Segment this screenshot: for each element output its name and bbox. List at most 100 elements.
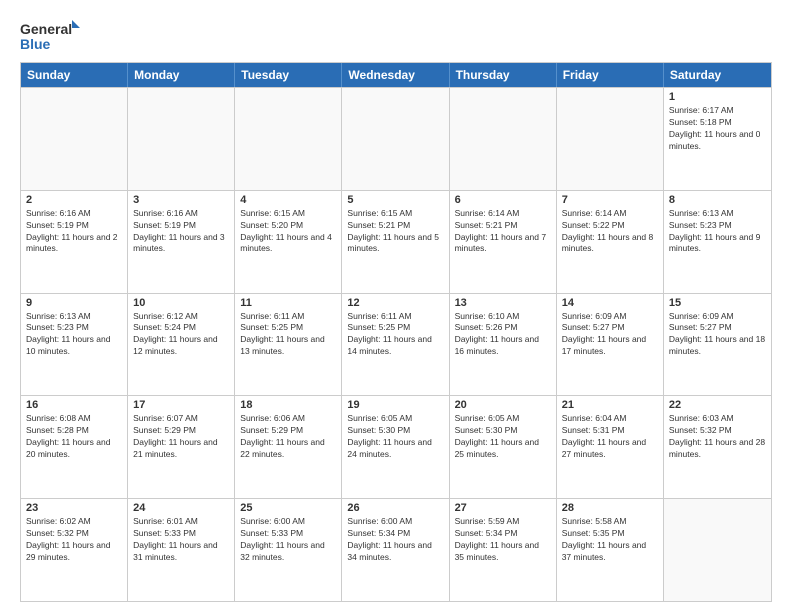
cell-sun-info: Sunrise: 6:10 AM Sunset: 5:26 PM Dayligh… <box>455 311 551 359</box>
day-number: 4 <box>240 194 336 206</box>
cell-sun-info: Sunrise: 6:00 AM Sunset: 5:34 PM Dayligh… <box>347 516 443 564</box>
week-row-4: 16 Sunrise: 6:08 AM Sunset: 5:28 PM Dayli… <box>21 395 771 498</box>
day-number: 5 <box>347 194 443 206</box>
cell-sun-info: Sunrise: 6:05 AM Sunset: 5:30 PM Dayligh… <box>455 413 551 461</box>
day-number: 24 <box>133 502 229 514</box>
header-cell-wednesday: Wednesday <box>342 63 449 87</box>
day-number: 1 <box>669 91 766 103</box>
day-cell-17: 17 Sunrise: 6:07 AM Sunset: 5:29 PM Dayli… <box>128 396 235 498</box>
day-number: 22 <box>669 399 766 411</box>
day-cell-25: 25Sunrise: 6:00 AM Sunset: 5:33 PM Dayli… <box>235 499 342 601</box>
day-number: 28 <box>562 502 658 514</box>
day-cell-27: 27Sunrise: 5:59 AM Sunset: 5:34 PM Dayli… <box>450 499 557 601</box>
cell-sun-info: Sunrise: 6:11 AM Sunset: 5:25 PM Dayligh… <box>240 311 336 359</box>
empty-cell-0-4 <box>450 88 557 190</box>
day-cell-11: 11 Sunrise: 6:11 AM Sunset: 5:25 PM Dayli… <box>235 294 342 396</box>
cell-sun-info: Sunrise: 6:08 AM Sunset: 5:28 PM Dayligh… <box>26 413 122 461</box>
day-number: 2 <box>26 194 122 206</box>
cell-sun-info: Sunrise: 6:15 AM Sunset: 5:20 PM Dayligh… <box>240 208 336 256</box>
header-cell-thursday: Thursday <box>450 63 557 87</box>
day-cell-2: 2 Sunrise: 6:16 AM Sunset: 5:19 PM Daylig… <box>21 191 128 293</box>
cell-sun-info: Sunrise: 6:13 AM Sunset: 5:23 PM Dayligh… <box>26 311 122 359</box>
day-number: 18 <box>240 399 336 411</box>
week-row-1: 1 Sunrise: 6:17 AM Sunset: 5:18 PM Daylig… <box>21 87 771 190</box>
cell-sun-info: Sunrise: 6:12 AM Sunset: 5:24 PM Dayligh… <box>133 311 229 359</box>
day-cell-22: 22 Sunrise: 6:03 AM Sunset: 5:32 PM Dayli… <box>664 396 771 498</box>
day-number: 9 <box>26 297 122 309</box>
empty-cell-0-2 <box>235 88 342 190</box>
day-number: 15 <box>669 297 766 309</box>
cell-sun-info: Sunrise: 6:06 AM Sunset: 5:29 PM Dayligh… <box>240 413 336 461</box>
day-number: 11 <box>240 297 336 309</box>
cell-sun-info: Sunrise: 5:59 AM Sunset: 5:34 PM Dayligh… <box>455 516 551 564</box>
cell-sun-info: Sunrise: 6:15 AM Sunset: 5:21 PM Dayligh… <box>347 208 443 256</box>
day-cell-13: 13 Sunrise: 6:10 AM Sunset: 5:26 PM Dayli… <box>450 294 557 396</box>
cell-sun-info: Sunrise: 6:03 AM Sunset: 5:32 PM Dayligh… <box>669 413 766 461</box>
day-cell-8: 8 Sunrise: 6:13 AM Sunset: 5:23 PM Daylig… <box>664 191 771 293</box>
day-number: 19 <box>347 399 443 411</box>
cell-sun-info: Sunrise: 6:09 AM Sunset: 5:27 PM Dayligh… <box>669 311 766 359</box>
calendar: SundayMondayTuesdayWednesdayThursdayFrid… <box>20 62 772 602</box>
cell-sun-info: Sunrise: 6:16 AM Sunset: 5:19 PM Dayligh… <box>26 208 122 256</box>
header-cell-monday: Monday <box>128 63 235 87</box>
cell-sun-info: Sunrise: 6:04 AM Sunset: 5:31 PM Dayligh… <box>562 413 658 461</box>
logo-svg: General Blue <box>20 18 80 56</box>
calendar-body: 1 Sunrise: 6:17 AM Sunset: 5:18 PM Daylig… <box>21 87 771 601</box>
cell-sun-info: Sunrise: 6:16 AM Sunset: 5:19 PM Dayligh… <box>133 208 229 256</box>
day-number: 23 <box>26 502 122 514</box>
day-number: 6 <box>455 194 551 206</box>
day-cell-23: 23 Sunrise: 6:02 AM Sunset: 5:32 PM Dayli… <box>21 499 128 601</box>
day-cell-9: 9 Sunrise: 6:13 AM Sunset: 5:23 PM Daylig… <box>21 294 128 396</box>
cell-sun-info: Sunrise: 6:05 AM Sunset: 5:30 PM Dayligh… <box>347 413 443 461</box>
day-cell-28: 28 Sunrise: 5:58 AM Sunset: 5:35 PM Dayli… <box>557 499 664 601</box>
day-cell-16: 16 Sunrise: 6:08 AM Sunset: 5:28 PM Dayli… <box>21 396 128 498</box>
cell-sun-info: Sunrise: 6:07 AM Sunset: 5:29 PM Dayligh… <box>133 413 229 461</box>
calendar-header-row: SundayMondayTuesdayWednesdayThursdayFrid… <box>21 63 771 87</box>
cell-sun-info: Sunrise: 6:11 AM Sunset: 5:25 PM Dayligh… <box>347 311 443 359</box>
header-cell-sunday: Sunday <box>21 63 128 87</box>
empty-cell-0-5 <box>557 88 664 190</box>
day-cell-15: 15 Sunrise: 6:09 AM Sunset: 5:27 PM Dayli… <box>664 294 771 396</box>
day-cell-21: 21 Sunrise: 6:04 AM Sunset: 5:31 PM Dayli… <box>557 396 664 498</box>
logo: General Blue <box>20 18 80 56</box>
day-number: 16 <box>26 399 122 411</box>
day-number: 26 <box>347 502 443 514</box>
day-number: 10 <box>133 297 229 309</box>
header-cell-saturday: Saturday <box>664 63 771 87</box>
header-cell-tuesday: Tuesday <box>235 63 342 87</box>
cell-sun-info: Sunrise: 6:17 AM Sunset: 5:18 PM Dayligh… <box>669 105 766 153</box>
header: General Blue <box>20 18 772 56</box>
day-number: 21 <box>562 399 658 411</box>
day-number: 13 <box>455 297 551 309</box>
day-cell-4: 4 Sunrise: 6:15 AM Sunset: 5:20 PM Daylig… <box>235 191 342 293</box>
day-cell-6: 6Sunrise: 6:14 AM Sunset: 5:21 PM Daylig… <box>450 191 557 293</box>
empty-cell-0-0 <box>21 88 128 190</box>
day-number: 12 <box>347 297 443 309</box>
day-number: 7 <box>562 194 658 206</box>
empty-cell-4-6 <box>664 499 771 601</box>
cell-sun-info: Sunrise: 6:02 AM Sunset: 5:32 PM Dayligh… <box>26 516 122 564</box>
day-cell-20: 20 Sunrise: 6:05 AM Sunset: 5:30 PM Dayli… <box>450 396 557 498</box>
day-cell-24: 24 Sunrise: 6:01 AM Sunset: 5:33 PM Dayli… <box>128 499 235 601</box>
day-cell-14: 14Sunrise: 6:09 AM Sunset: 5:27 PM Dayli… <box>557 294 664 396</box>
day-cell-26: 26 Sunrise: 6:00 AM Sunset: 5:34 PM Dayli… <box>342 499 449 601</box>
day-number: 20 <box>455 399 551 411</box>
day-number: 17 <box>133 399 229 411</box>
day-cell-12: 12 Sunrise: 6:11 AM Sunset: 5:25 PM Dayli… <box>342 294 449 396</box>
day-cell-19: 19 Sunrise: 6:05 AM Sunset: 5:30 PM Dayli… <box>342 396 449 498</box>
cell-sun-info: Sunrise: 6:13 AM Sunset: 5:23 PM Dayligh… <box>669 208 766 256</box>
day-cell-7: 7 Sunrise: 6:14 AM Sunset: 5:22 PM Daylig… <box>557 191 664 293</box>
week-row-2: 2 Sunrise: 6:16 AM Sunset: 5:19 PM Daylig… <box>21 190 771 293</box>
week-row-3: 9 Sunrise: 6:13 AM Sunset: 5:23 PM Daylig… <box>21 293 771 396</box>
empty-cell-0-3 <box>342 88 449 190</box>
cell-sun-info: Sunrise: 6:14 AM Sunset: 5:22 PM Dayligh… <box>562 208 658 256</box>
cell-sun-info: Sunrise: 6:01 AM Sunset: 5:33 PM Dayligh… <box>133 516 229 564</box>
day-number: 8 <box>669 194 766 206</box>
day-cell-18: 18 Sunrise: 6:06 AM Sunset: 5:29 PM Dayli… <box>235 396 342 498</box>
day-cell-10: 10 Sunrise: 6:12 AM Sunset: 5:24 PM Dayli… <box>128 294 235 396</box>
cell-sun-info: Sunrise: 6:09 AM Sunset: 5:27 PM Dayligh… <box>562 311 658 359</box>
day-number: 25 <box>240 502 336 514</box>
cell-sun-info: Sunrise: 5:58 AM Sunset: 5:35 PM Dayligh… <box>562 516 658 564</box>
day-cell-3: 3Sunrise: 6:16 AM Sunset: 5:19 PM Daylig… <box>128 191 235 293</box>
header-cell-friday: Friday <box>557 63 664 87</box>
